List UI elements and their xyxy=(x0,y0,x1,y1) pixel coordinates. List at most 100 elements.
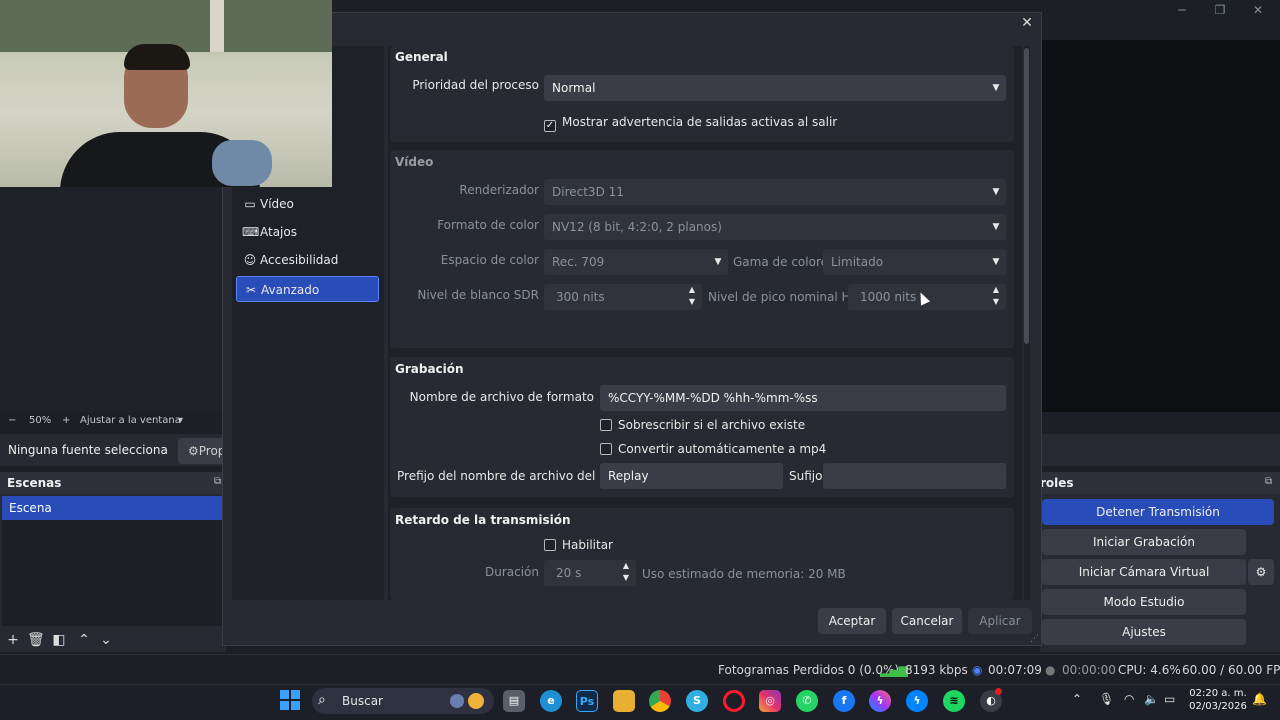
ok-button[interactable]: Aceptar xyxy=(818,608,886,634)
zoom-in-button[interactable]: + xyxy=(62,415,70,426)
messenger-icon[interactable]: ϟ xyxy=(869,690,891,712)
resize-grip-icon[interactable]: ⋰ xyxy=(1030,634,1039,644)
close-icon[interactable]: ✕ xyxy=(1018,14,1036,32)
battery-icon[interactable]: ▭ xyxy=(1164,692,1175,706)
overwrite-checkbox[interactable]: Sobrescribir si el archivo existe xyxy=(600,418,805,432)
suffix-input[interactable] xyxy=(823,463,1006,489)
scene-toolbar: + 🗑 ◧ ⌃ ⌄ xyxy=(0,628,226,652)
file-explorer-icon[interactable]: ▤ xyxy=(503,690,525,712)
cancel-button[interactable]: Cancelar xyxy=(892,608,962,634)
active-outputs-warning-checkbox[interactable]: ✓ Mostrar advertencia de salidas activas … xyxy=(544,115,837,132)
sidebar-item-advanced[interactable]: ✂ Avanzado xyxy=(236,276,379,302)
filter-icon[interactable]: ◧ xyxy=(51,632,67,648)
photoshop-icon[interactable]: Ps xyxy=(576,690,598,712)
duration-label: Duración xyxy=(484,565,539,579)
sidebar-item-hotkeys[interactable]: ⌨ Atajos xyxy=(236,219,379,245)
search-icon: ⌕ xyxy=(318,692,326,708)
sidebar-item-label: Avanzado xyxy=(261,283,320,297)
video-title: Vídeo xyxy=(395,155,434,169)
start-virtual-camera-button[interactable]: Iniciar Cámara Virtual xyxy=(1042,559,1246,585)
zoom-dropdown-icon[interactable]: ▾ xyxy=(178,415,183,426)
stream-time: 00:07:09 xyxy=(988,663,1042,677)
opera-icon[interactable] xyxy=(723,690,745,712)
tools-icon: ✂ xyxy=(245,283,257,297)
move-down-icon[interactable]: ⌄ xyxy=(98,632,114,648)
stream-icon: ◉ xyxy=(972,663,983,677)
color-format-select[interactable]: NV12 (8 bit, 4:2:0, 2 planos) ▼ xyxy=(544,214,1006,240)
checkbox-icon xyxy=(600,419,612,431)
instagram-icon[interactable]: ◎ xyxy=(759,690,781,712)
add-icon[interactable]: + xyxy=(5,632,21,648)
checkbox-icon xyxy=(544,539,556,551)
color-range-select[interactable]: Limitado ▼ xyxy=(823,249,1006,275)
facebook-icon[interactable]: f xyxy=(833,690,855,712)
sidebar-item-accessibility[interactable]: ☺ Accesibilidad xyxy=(236,247,379,273)
chevron-down-icon: ▼ xyxy=(992,187,1000,197)
duration-spinbox[interactable]: 20 s ▲ ▼ xyxy=(544,560,636,586)
color-format-value: NV12 (8 bit, 4:2:0, 2 planos) xyxy=(552,220,722,234)
move-up-icon[interactable]: ⌃ xyxy=(76,632,92,648)
hdr-peak-label: Nivel de pico nominal HDR xyxy=(708,290,869,304)
suffix-label: Sufijo xyxy=(789,469,823,483)
chrome-icon[interactable] xyxy=(649,690,671,712)
auto-remux-checkbox[interactable]: Convertir automáticamente a mp4 xyxy=(600,442,826,456)
clock-time: 02:20 a. m. xyxy=(1189,688,1247,699)
maximize-icon[interactable]: ❐ xyxy=(1200,2,1240,18)
chevron-down-icon: ▼ xyxy=(714,257,722,267)
apply-button[interactable]: Aplicar xyxy=(968,608,1032,634)
buffer-prefix-input[interactable]: Replay xyxy=(600,463,783,489)
notification-icon[interactable]: 🔔 xyxy=(1252,692,1267,706)
start-recording-button[interactable]: Iniciar Grabación xyxy=(1042,529,1246,555)
zoom-fit-label[interactable]: Ajustar a la ventana xyxy=(80,415,181,426)
fps: 60.00 / 60.00 FPS xyxy=(1182,663,1280,677)
volume-icon[interactable]: 🔈 xyxy=(1144,692,1159,706)
edge-icon[interactable]: e xyxy=(540,690,562,712)
microphone-icon[interactable]: 🎙 xyxy=(1099,692,1114,706)
color-range-value: Limitado xyxy=(831,255,884,269)
virtual-camera-settings-button[interactable]: ⚙ xyxy=(1248,559,1274,585)
spinner-icon[interactable]: ▲ ▼ xyxy=(616,560,636,586)
windows-start-icon[interactable] xyxy=(280,690,300,710)
monitor-icon: ▭ xyxy=(244,197,256,211)
sidebar-item-label: Atajos xyxy=(260,225,297,239)
auto-remux-label: Convertir automáticamente a mp4 xyxy=(618,442,827,456)
color-space-select[interactable]: Rec. 709 ▼ xyxy=(544,249,728,275)
clock-date: 02/03/2026 xyxy=(1189,701,1247,712)
undock-icon[interactable]: ⧉ xyxy=(1265,476,1272,487)
settings-button[interactable]: Ajustes xyxy=(1042,619,1246,645)
preview-canvas[interactable] xyxy=(1040,40,1280,412)
messenger-alt-icon[interactable]: ϟ xyxy=(906,690,928,712)
stop-stream-button[interactable]: Detener Transmisión xyxy=(1042,499,1274,525)
record-icon: ● xyxy=(1045,663,1056,677)
whatsapp-icon[interactable]: ✆ xyxy=(796,690,818,712)
spinner-icon[interactable]: ▲ ▼ xyxy=(682,284,702,310)
spotify-icon[interactable]: ≋ xyxy=(943,690,965,712)
zoom-out-button[interactable]: − xyxy=(8,415,16,426)
sidebar-item-video[interactable]: ▭ Vídeo xyxy=(236,191,379,217)
list-item[interactable]: Escena xyxy=(2,496,224,520)
color-range-label: Gama de colores xyxy=(733,255,835,269)
color-space-label: Espacio de color xyxy=(440,253,539,267)
filename-format-input[interactable]: %CCYY-%MM-%DD %hh-%mm-%ss xyxy=(600,385,1006,411)
enable-delay-checkbox[interactable]: Habilitar xyxy=(544,538,613,552)
spinner-icon[interactable]: ▲ ▼ xyxy=(986,284,1006,310)
minimize-icon[interactable]: ─ xyxy=(1162,2,1202,18)
sdr-white-value: 300 nits xyxy=(556,290,605,304)
wifi-icon[interactable]: ◠ xyxy=(1124,692,1134,706)
undock-icon[interactable]: ⧉ xyxy=(214,476,221,487)
folder-icon[interactable] xyxy=(613,690,635,712)
skype-icon[interactable]: S xyxy=(686,690,708,712)
chevron-up-icon[interactable]: ⌃ xyxy=(1072,692,1082,706)
keyboard-icon: ⌨ xyxy=(242,225,260,239)
sdr-white-spinbox[interactable]: 300 nits ▲ ▼ xyxy=(544,284,702,310)
close-window-icon[interactable]: ✕ xyxy=(1238,2,1278,18)
scrollbar-thumb[interactable] xyxy=(1024,48,1029,344)
webcam-overlay xyxy=(0,0,332,187)
renderer-select[interactable]: Direct3D 11 ▼ xyxy=(544,179,1006,205)
clock[interactable]: 02:20 a. m. 02/03/2026 xyxy=(1186,687,1250,713)
record-time: 00:00:00 xyxy=(1062,663,1116,677)
process-priority-select[interactable]: Normal ▼ xyxy=(544,75,1006,101)
webcam-cloth xyxy=(212,140,272,186)
trash-icon[interactable]: 🗑 xyxy=(27,632,45,648)
studio-mode-button[interactable]: Modo Estudio xyxy=(1042,589,1246,615)
